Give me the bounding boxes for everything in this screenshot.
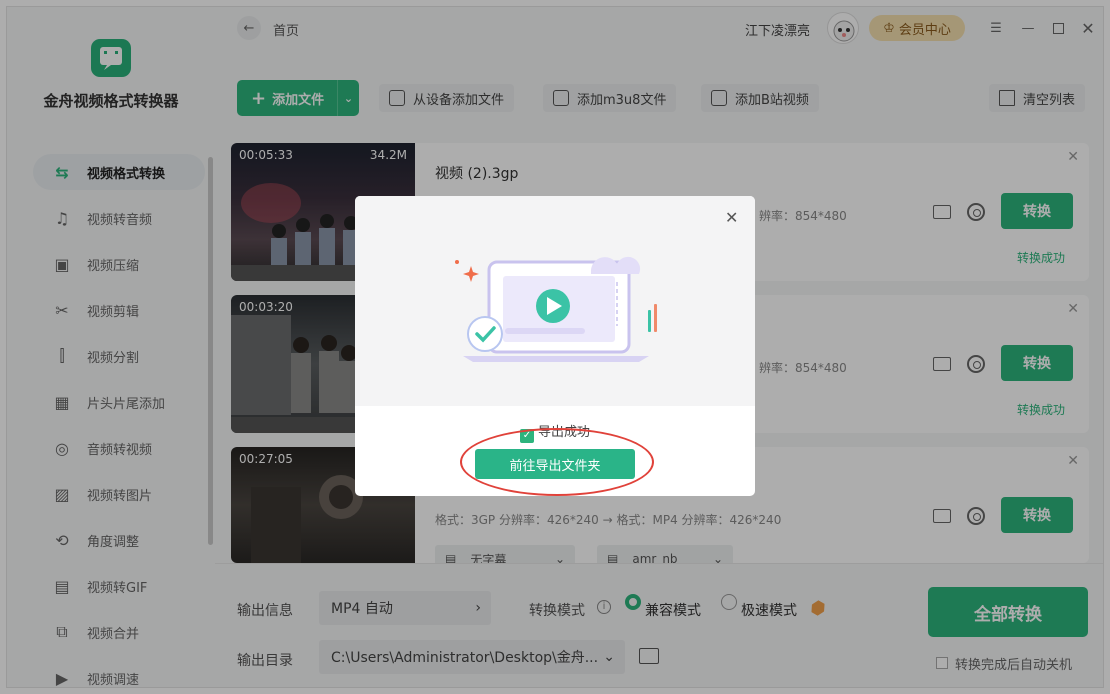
success-illustration (355, 196, 755, 406)
highlight-circle (460, 428, 654, 496)
dialog-close-icon[interactable]: ✕ (725, 208, 738, 227)
